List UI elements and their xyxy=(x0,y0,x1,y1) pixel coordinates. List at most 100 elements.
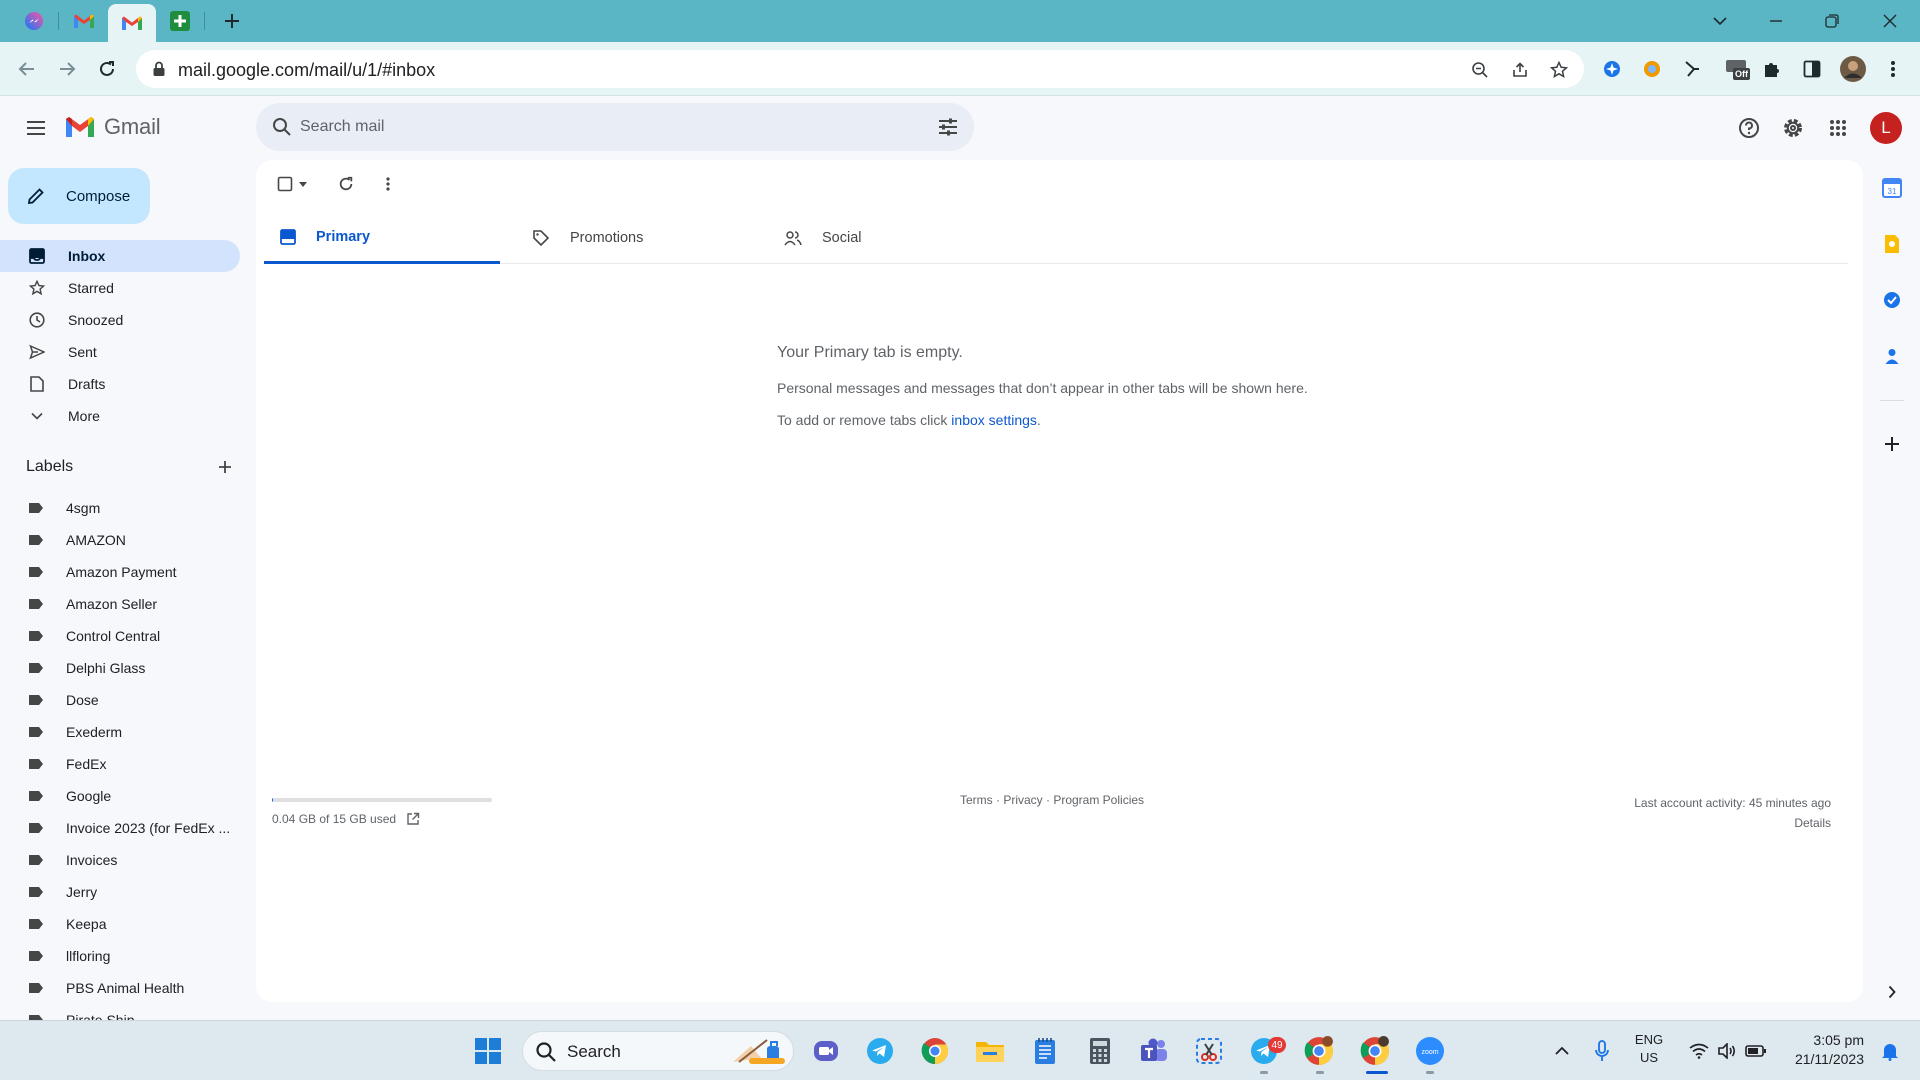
nav-inbox[interactable]: Inbox xyxy=(0,240,240,272)
taskbar-chrome-profile-2[interactable] xyxy=(1357,1033,1393,1069)
new-tab-button[interactable] xyxy=(214,6,250,36)
google-apps-button[interactable] xyxy=(1820,110,1856,146)
taskbar-search[interactable]: Search xyxy=(522,1031,794,1071)
taskbar-calculator[interactable] xyxy=(1082,1033,1118,1069)
restore-icon xyxy=(1825,14,1839,28)
taskbar-zoom[interactable]: zoom xyxy=(1412,1033,1448,1069)
keep-app-button[interactable] xyxy=(1876,228,1908,260)
taskbar-telegram[interactable] xyxy=(862,1033,898,1069)
extension-3[interactable] xyxy=(1677,54,1707,84)
tab-messenger[interactable] xyxy=(16,6,52,36)
footer-links[interactable]: Terms · Privacy · Program Policies xyxy=(960,793,1144,807)
notifications-button[interactable] xyxy=(1872,1033,1908,1069)
nav-starred[interactable]: Starred xyxy=(0,272,240,304)
tab-sheets[interactable] xyxy=(162,6,198,36)
microphone-button[interactable] xyxy=(1584,1033,1620,1069)
extension-2[interactable] xyxy=(1637,54,1667,84)
label-item[interactable]: Invoice 2023 (for FedEx ... xyxy=(0,812,240,844)
label-icon xyxy=(28,950,44,962)
clock[interactable]: 3:05 pm 21/11/2023 xyxy=(1782,1031,1864,1069)
calendar-app-button[interactable]: 31 xyxy=(1876,172,1908,204)
label-item[interactable]: Invoices xyxy=(0,844,240,876)
tab-promotions[interactable]: Promotions xyxy=(516,212,752,264)
search-options-icon[interactable] xyxy=(936,115,960,139)
tab-gmail-active[interactable] xyxy=(108,4,156,42)
label-item[interactable]: AMAZON xyxy=(0,524,240,556)
hamburger-icon xyxy=(27,121,45,135)
taskbar-notepad[interactable] xyxy=(1027,1033,1063,1069)
address-bar[interactable]: mail.google.com/mail/u/1/#inbox xyxy=(136,50,1584,88)
inbox-settings-link[interactable]: inbox settings xyxy=(951,412,1037,428)
support-button[interactable] xyxy=(1731,110,1767,146)
label-item[interactable]: llfloring xyxy=(0,940,240,972)
label-item[interactable]: Jerry xyxy=(0,876,240,908)
reload-button[interactable] xyxy=(90,52,124,86)
create-label-button[interactable] xyxy=(218,460,232,474)
forward-button[interactable] xyxy=(50,52,84,86)
side-panel-button[interactable] xyxy=(1797,54,1827,84)
nav-sent[interactable]: Sent xyxy=(0,336,240,368)
label-item[interactable]: Amazon Payment xyxy=(0,556,240,588)
show-hidden-icons-button[interactable] xyxy=(1544,1033,1580,1069)
label-item[interactable]: FedEx xyxy=(0,748,240,780)
back-button[interactable] xyxy=(10,52,44,86)
details-link[interactable]: Details xyxy=(1634,813,1831,833)
refresh-button[interactable] xyxy=(330,170,362,198)
search-input[interactable] xyxy=(300,115,860,139)
label-icon xyxy=(28,598,44,610)
settings-button[interactable] xyxy=(1775,110,1811,146)
tab-search-button[interactable] xyxy=(1700,6,1740,36)
browser-menu-button[interactable] xyxy=(1878,54,1908,84)
extension-1[interactable] xyxy=(1597,54,1627,84)
taskbar-chat[interactable] xyxy=(808,1033,844,1069)
account-avatar[interactable]: L xyxy=(1870,112,1902,144)
taskbar-snipping-tool[interactable] xyxy=(1191,1033,1227,1069)
language-indicator[interactable]: ENG US xyxy=(1626,1031,1672,1067)
label-item[interactable]: Google xyxy=(0,780,240,812)
taskbar-telegram-2[interactable]: 49 xyxy=(1246,1033,1286,1069)
hide-side-panel-button[interactable] xyxy=(1876,976,1908,1008)
label-item[interactable]: 4sgm xyxy=(0,492,240,524)
contacts-icon xyxy=(1885,349,1899,364)
label-item[interactable]: Dose xyxy=(0,684,240,716)
tab-social[interactable]: Social xyxy=(768,212,1004,264)
get-addons-button[interactable] xyxy=(1876,428,1908,460)
share-button[interactable] xyxy=(1507,57,1533,83)
restore-button[interactable] xyxy=(1812,6,1852,36)
main-menu-button[interactable] xyxy=(18,110,54,146)
zoom-button[interactable] xyxy=(1467,57,1493,83)
taskbar-file-explorer[interactable] xyxy=(972,1033,1008,1069)
nav-snoozed[interactable]: Snoozed xyxy=(0,304,240,336)
label-item[interactable]: Amazon Seller xyxy=(0,588,240,620)
contacts-app-button[interactable] xyxy=(1876,340,1908,372)
compose-button[interactable]: Compose xyxy=(8,168,150,224)
nav-drafts[interactable]: Drafts xyxy=(0,368,240,400)
bookmark-button[interactable] xyxy=(1546,57,1572,83)
search-bar[interactable] xyxy=(256,103,974,151)
tab-gmail[interactable] xyxy=(66,6,102,36)
taskbar-chrome-profile-1[interactable] xyxy=(1301,1033,1337,1069)
label-item[interactable]: Control Central xyxy=(0,620,240,652)
label-item[interactable]: Delphi Glass xyxy=(0,652,240,684)
close-window-button[interactable] xyxy=(1870,6,1910,36)
tasks-app-button[interactable] xyxy=(1876,284,1908,316)
nav-more[interactable]: More xyxy=(0,400,240,432)
gmail-logo[interactable]: Gmail xyxy=(64,114,161,140)
taskbar-chrome[interactable] xyxy=(917,1033,953,1069)
more-actions-button[interactable] xyxy=(376,170,400,198)
profile-button[interactable] xyxy=(1838,54,1868,84)
label-item[interactable]: Keepa xyxy=(0,908,240,940)
svg-text:31: 31 xyxy=(1888,187,1897,196)
tab-primary[interactable]: Primary xyxy=(264,212,500,264)
label-item[interactable]: PBS Animal Health xyxy=(0,972,240,1004)
extensions-button[interactable] xyxy=(1757,54,1787,84)
open-external-icon[interactable] xyxy=(406,812,420,826)
minimize-button[interactable] xyxy=(1756,6,1796,36)
label-item[interactable]: Exederm xyxy=(0,716,240,748)
start-button[interactable] xyxy=(470,1033,506,1069)
quick-settings-button[interactable] xyxy=(1678,1033,1778,1069)
search-icon[interactable] xyxy=(270,115,294,139)
extension-4[interactable]: Off xyxy=(1722,54,1752,84)
select-all-button[interactable] xyxy=(272,170,312,198)
taskbar-teams[interactable] xyxy=(1136,1033,1172,1069)
